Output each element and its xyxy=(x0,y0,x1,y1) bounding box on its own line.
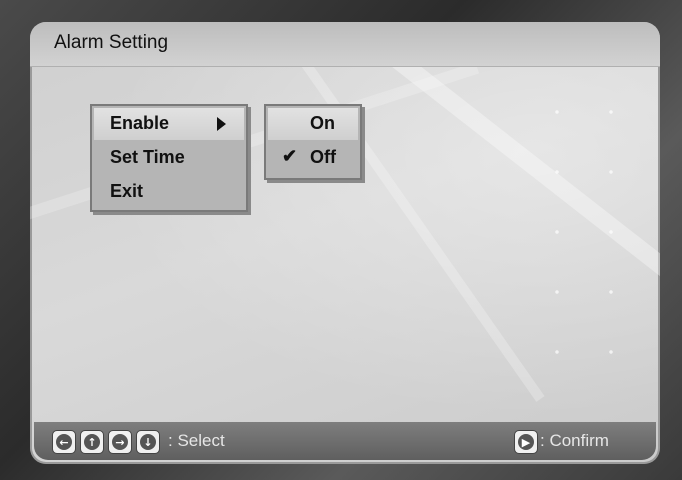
submenu-item-label: Off xyxy=(310,147,336,167)
left-arrow-icon: ← xyxy=(52,430,76,454)
menu-item-enable[interactable]: Enable xyxy=(94,108,244,140)
menu-item-label: Exit xyxy=(110,181,144,201)
page-title: Alarm Setting xyxy=(54,32,169,53)
right-arrow-icon: → xyxy=(108,430,132,454)
submenu-item-off[interactable]: ✔ Off xyxy=(268,142,358,174)
submenu-item-on[interactable]: On xyxy=(268,108,358,140)
title-bar: Alarm Setting xyxy=(30,22,660,67)
footer-bar: ← ↑ → ↓ : Select ▶ : Confirm xyxy=(34,422,656,460)
enable-submenu: On ✔ Off xyxy=(264,104,362,180)
confirm-hint: : Confirm xyxy=(540,431,609,450)
background-dots xyxy=(530,82,650,402)
down-arrow-icon: ↓ xyxy=(136,430,160,454)
menu-item-exit[interactable]: Exit xyxy=(94,176,244,208)
submenu-item-label: On xyxy=(310,113,335,133)
up-arrow-icon: ↑ xyxy=(80,430,104,454)
submenu-arrow-icon xyxy=(217,117,226,131)
alarm-setting-screen: Alarm Setting Enable Set Time Exit On ✔ … xyxy=(30,22,660,464)
menu-item-label: Set Time xyxy=(110,147,185,167)
alarm-menu: Enable Set Time Exit xyxy=(90,104,248,212)
play-icon: ▶ xyxy=(514,430,538,454)
menu-item-label: Enable xyxy=(110,113,170,133)
menu-item-set-time[interactable]: Set Time xyxy=(94,142,244,174)
select-hint: : Select xyxy=(168,431,225,450)
checkmark-icon: ✔ xyxy=(282,146,298,166)
